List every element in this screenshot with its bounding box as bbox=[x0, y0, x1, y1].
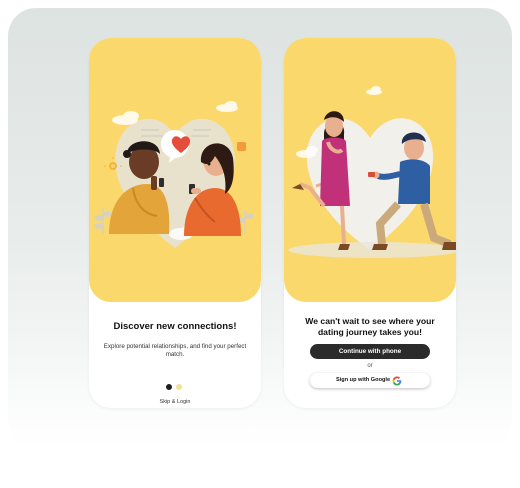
hero-illustration-couple-phones bbox=[89, 38, 261, 302]
proposal-illustration bbox=[288, 86, 456, 258]
pagination-dot-active[interactable] bbox=[166, 384, 172, 390]
onboarding-screen-signup: We can't wait to see where your dating j… bbox=[284, 38, 456, 408]
page-title: Discover new connections! bbox=[113, 321, 237, 332]
skip-login-link[interactable]: Skip & Login bbox=[89, 399, 261, 405]
couple-chatting-illustration bbox=[94, 101, 254, 248]
google-g-icon bbox=[392, 376, 402, 386]
google-button-label: Sign up with Google bbox=[336, 377, 391, 383]
pagination-dots bbox=[166, 384, 186, 390]
page-subtitle: Explore potential relationships, and fin… bbox=[103, 343, 247, 358]
pagination-dot-inactive[interactable] bbox=[176, 384, 182, 390]
hero-illustration-proposal bbox=[284, 38, 456, 302]
onboarding-screen-discover: Discover new connections! Explore potent… bbox=[89, 38, 261, 408]
or-divider-text: or bbox=[367, 363, 373, 369]
sign-up-with-google-button[interactable]: Sign up with Google bbox=[310, 373, 430, 388]
page-title: We can't wait to see where your dating j… bbox=[305, 316, 435, 337]
continue-with-phone-button[interactable]: Continue with phone bbox=[310, 344, 430, 359]
